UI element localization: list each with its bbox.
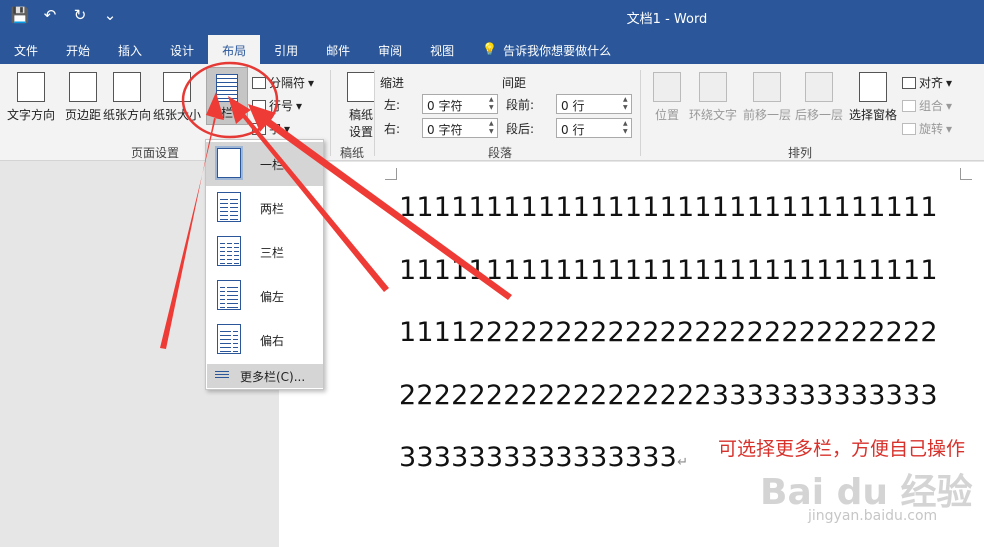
window-title: 文档1 - Word (626, 12, 708, 27)
indent-right-field[interactable]: 0 字符 (422, 118, 498, 138)
group-divider (374, 70, 375, 156)
breaks-icon (252, 76, 266, 89)
indent-left-field[interactable]: 0 字符 (422, 94, 498, 114)
tab-insert[interactable]: 插入 (104, 35, 156, 64)
lightbulb-icon: 💡 (482, 42, 498, 56)
document-line[interactable]: 2222222222222222223333333333333 (399, 380, 938, 411)
text-direction-icon (17, 72, 45, 102)
two-columns-icon (217, 192, 241, 222)
align-button[interactable]: 对齐 ▾ (902, 74, 952, 91)
tab-design[interactable]: 设计 (156, 35, 208, 64)
send-backward-button[interactable]: 后移一层 (792, 72, 846, 123)
ribbon-tabs: 文件 开始 插入 设计 布局 引用 邮件 审阅 视图 💡 告诉我你想要做什么 (0, 35, 984, 64)
tell-me-text: 告诉我你想要做什么 (503, 44, 612, 58)
wrap-text-button[interactable]: 环绕文字 (686, 72, 740, 123)
menu-item-one-column[interactable]: 一栏 (206, 142, 323, 186)
spacing-after-label: 段后: (506, 122, 535, 136)
tab-view[interactable]: 视图 (416, 35, 468, 64)
tab-home[interactable]: 开始 (52, 35, 104, 64)
group-icon (902, 99, 916, 112)
document-line[interactable]: 3333333333333333↵ (399, 442, 688, 473)
crop-mark (385, 168, 397, 180)
title-bar: 💾 ↶ ↻ ⌄ 文档1 - Word (0, 0, 984, 35)
text-direction-button[interactable]: 文字方向 (4, 72, 58, 123)
bring-forward-button[interactable]: 前移一层 (740, 72, 794, 123)
one-column-icon (215, 146, 243, 180)
rotate-button[interactable]: 旋转 ▾ (902, 120, 952, 137)
ribbon: 文字方向 页边距 纸张方向 纸张大小 分隔符 ▾ 行号 ▾ 字 ▾ 页面设置 稿纸 设… (0, 64, 984, 161)
margins-icon (69, 72, 97, 102)
size-button[interactable]: 纸张大小 (150, 72, 204, 123)
wrap-text-icon (699, 72, 727, 102)
indent-header: 缩进 (380, 76, 405, 90)
columns-button[interactable]: 栏 (206, 67, 248, 125)
annotation-text: 可选择更多栏，方便自己操作 (718, 438, 966, 460)
group-divider (330, 70, 331, 156)
paragraph-group-label: 段落 (487, 146, 512, 160)
crop-mark (960, 168, 972, 180)
line-numbers-button[interactable]: 行号 ▾ (252, 97, 302, 114)
right-column-icon (217, 324, 241, 354)
more-columns-icon (215, 371, 229, 380)
menu-item-left[interactable]: 偏左 (206, 274, 323, 318)
document-line[interactable]: 1111222222222222222222222222222 (399, 317, 938, 348)
columns-icon (216, 74, 238, 102)
group-button[interactable]: 组合 ▾ (902, 97, 952, 114)
paper-size-icon (163, 72, 191, 102)
orientation-button[interactable]: 纸张方向 (100, 72, 154, 123)
orientation-icon (113, 72, 141, 102)
selection-pane-button[interactable]: 选择窗格 (846, 72, 900, 123)
arrange-group-label: 排列 (787, 146, 812, 160)
spacing-before-field[interactable]: 0 行 (556, 94, 632, 114)
tab-references[interactable]: 引用 (260, 35, 312, 64)
send-backward-icon (805, 72, 833, 102)
align-icon (902, 76, 916, 89)
document-line[interactable]: 1111111111111111111111111111111 (399, 255, 938, 286)
menu-item-right[interactable]: 偏右 (206, 318, 323, 362)
page-setup-group-label: 页面设置 (130, 146, 179, 160)
selection-pane-icon (859, 72, 887, 102)
breaks-button[interactable]: 分隔符 ▾ (252, 74, 314, 91)
baidu-watermark-url: jingyan.baidu.com (808, 508, 938, 524)
tab-layout[interactable]: 布局 (208, 35, 261, 64)
bring-forward-icon (753, 72, 781, 102)
draft-paper-icon (347, 72, 375, 102)
tab-review[interactable]: 审阅 (364, 35, 416, 64)
menu-item-more-columns[interactable]: 更多栏(C)... (207, 364, 323, 388)
tab-mailings[interactable]: 邮件 (312, 35, 364, 64)
left-column-icon (217, 280, 241, 310)
document-line[interactable]: 1111111111111111111111111111111 (399, 192, 938, 223)
spacing-after-field[interactable]: 0 行 (556, 118, 632, 138)
draft-group-label: 稿纸 (339, 146, 364, 160)
paragraph-mark-icon: ↵ (677, 455, 689, 470)
three-columns-icon (217, 236, 241, 266)
spacing-before-label: 段前: (506, 98, 535, 112)
spacing-header: 间距 (502, 76, 527, 90)
hyphenation-icon (252, 122, 266, 135)
menu-item-three-columns[interactable]: 三栏 (206, 230, 323, 274)
rotate-icon (902, 122, 916, 135)
hyphenation-button[interactable]: 字 ▾ (252, 120, 290, 137)
menu-item-two-columns[interactable]: 两栏 (206, 186, 323, 230)
tell-me-search[interactable]: 💡 告诉我你想要做什么 (468, 35, 611, 64)
columns-dropdown-menu: 一栏 两栏 三栏 偏左 偏右 更多栏(C)... (205, 139, 324, 390)
position-icon (653, 72, 681, 102)
line-numbers-icon (252, 99, 266, 112)
indent-right-label: 右: (384, 122, 401, 136)
indent-left-label: 左: (384, 98, 401, 112)
tab-file[interactable]: 文件 (0, 35, 52, 64)
